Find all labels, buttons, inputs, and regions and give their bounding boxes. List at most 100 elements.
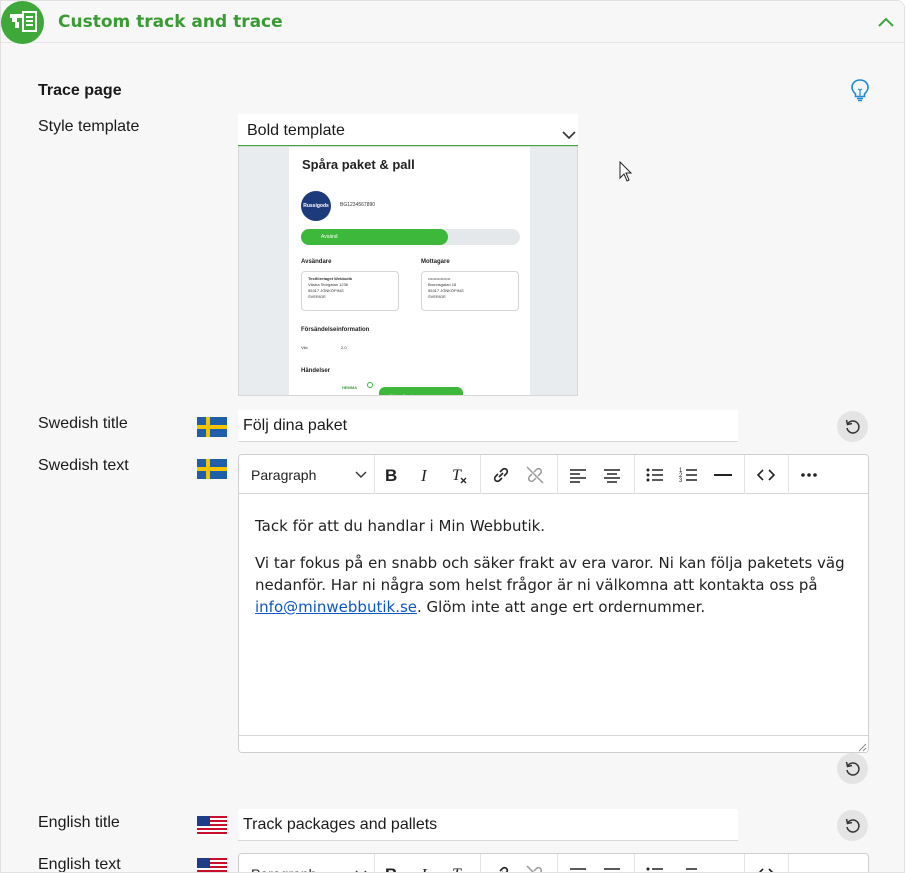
preview-tracking-number: BG1234567890 [340, 202, 376, 208]
svg-text:I: I [420, 865, 428, 873]
toolbar-divider [744, 854, 745, 872]
reset-swedish-text-button[interactable] [837, 753, 868, 784]
toolbar-divider [634, 854, 635, 872]
us-flag-icon [197, 858, 227, 872]
email-link[interactable]: info@minwebbutik.se [255, 598, 417, 616]
swedish-text-content[interactable]: Tack för att du handlar i Min Webbutik. … [239, 495, 868, 735]
toolbar-divider [634, 455, 635, 494]
chevron-down-icon[interactable] [355, 471, 367, 479]
toolbar-divider [480, 455, 481, 494]
style-template-select[interactable]: Bold template [238, 114, 578, 146]
bold-icon[interactable]: B [380, 464, 402, 486]
clear-formatting-icon[interactable]: T [448, 863, 470, 873]
preview-receiver-line: SVERIGE [428, 294, 446, 299]
source-code-icon[interactable] [755, 863, 777, 872]
preview-weight-value: 2.0 [341, 345, 347, 350]
us-flag-icon [197, 816, 227, 836]
paragraph-text: Vi tar fokus på en snabb och säker frakt… [255, 554, 845, 594]
undo-icon [845, 419, 860, 434]
swedish-title-label: Swedish title [38, 415, 128, 432]
track-trace-app-icon [1, 1, 44, 44]
preview-title: Spåra paket & pall [302, 157, 415, 172]
preview-receiver-box: •••••••••••••••• Brunnsgatan 16 55317 JÖ… [421, 271, 519, 311]
swedish-text-label: Swedish text [38, 457, 129, 474]
toolbar-divider [788, 854, 789, 872]
english-title-label: English title [38, 814, 120, 831]
style-template-value: Bold template [247, 122, 345, 139]
swedish-flag-icon [197, 459, 227, 479]
chevron-up-icon[interactable] [876, 13, 896, 33]
toolbar-divider [557, 455, 558, 494]
toolbar-divider [788, 455, 789, 494]
source-code-icon[interactable] [755, 464, 777, 486]
panel-header[interactable]: Custom track and trace [1, 1, 904, 44]
style-template-label: Style template [38, 118, 140, 135]
undo-icon [845, 818, 860, 833]
panel-title: Custom track and trace [58, 12, 283, 32]
english-text-editor[interactable]: Paragraph B I T [238, 853, 869, 873]
bullet-list-icon[interactable] [644, 464, 666, 486]
unlink-icon[interactable] [524, 863, 546, 872]
editor-paragraph: Vi tar fokus på en snabb och säker frakt… [255, 552, 852, 618]
svg-text:T: T [452, 467, 462, 484]
section-title: Trace page [38, 82, 122, 99]
english-text-label: English text [38, 856, 121, 873]
link-icon[interactable] [490, 863, 512, 872]
preview-page: Spåra paket & pall Russigods BG123456789… [289, 147, 530, 395]
align-center-icon[interactable] [601, 464, 623, 486]
svg-text:3: 3 [679, 478, 683, 484]
preview-progress-bar: Avsänd [301, 229, 520, 245]
unlink-icon[interactable] [524, 464, 546, 486]
toolbar-divider [744, 455, 745, 494]
more-options-icon[interactable] [798, 863, 820, 872]
link-icon[interactable] [490, 464, 512, 486]
align-left-icon[interactable] [567, 464, 589, 486]
template-preview: Spåra paket & pall Russigods BG123456789… [238, 146, 578, 396]
clear-formatting-icon[interactable]: T [448, 464, 470, 486]
more-options-icon[interactable] [798, 464, 820, 486]
horizontal-rule-icon[interactable] [712, 863, 734, 872]
preview-weight-label: Vikt [301, 345, 308, 350]
preview-events-heading: Händelser [301, 368, 331, 374]
numbered-list-icon[interactable]: 123 [678, 464, 700, 486]
numbered-list-icon[interactable] [678, 863, 700, 872]
toolbar-divider [557, 854, 558, 872]
editor-paragraph: Tack för att du handlar i Min Webbutik. [255, 517, 546, 535]
reset-english-title-button[interactable] [837, 810, 868, 841]
editor-toolbar: Paragraph B I T [239, 854, 868, 873]
italic-icon[interactable]: I [414, 464, 436, 486]
preview-shipment-info-heading: Försändelseinformation [301, 327, 370, 333]
svg-text:B: B [385, 865, 397, 873]
svg-text:T: T [452, 866, 462, 873]
preview-sender-line: SVERIGE [308, 294, 326, 299]
preview-logo: Russigods [301, 191, 331, 221]
toolbar-divider [374, 455, 375, 494]
chevron-down-icon [562, 131, 576, 140]
italic-icon[interactable]: I [414, 863, 436, 873]
preview-event-pill: Videregående [379, 387, 463, 395]
swedish-title-input[interactable]: Följ dina paket [238, 410, 738, 442]
align-left-icon[interactable] [567, 863, 589, 872]
bold-icon[interactable]: B [380, 863, 402, 873]
block-format-select[interactable]: Paragraph [251, 866, 316, 872]
resize-handle-icon[interactable] [857, 742, 867, 752]
bullet-list-icon[interactable] [644, 863, 666, 872]
english-title-input[interactable]: Track packages and pallets [238, 809, 738, 841]
editor-statusbar [239, 735, 868, 752]
horizontal-rule-icon[interactable] [712, 464, 734, 486]
svg-text:I: I [420, 466, 428, 485]
preview-event-label: HEMMA [342, 385, 358, 390]
swedish-text-editor[interactable]: Paragraph B I T 123 Tack för att du hand… [238, 454, 869, 753]
block-format-select[interactable]: Paragraph [251, 467, 316, 483]
preview-progress-label: Avsänd [321, 234, 338, 240]
align-center-icon[interactable] [601, 863, 623, 872]
paragraph-text: . Glöm inte att ange ert ordernummer. [417, 598, 706, 616]
lightbulb-icon[interactable] [849, 78, 871, 102]
toolbar-divider [374, 854, 375, 872]
editor-toolbar: Paragraph B I T 123 [239, 455, 868, 494]
mouse-cursor-icon [619, 160, 633, 182]
preview-sender-heading: Avsändare [301, 259, 332, 265]
custom-track-and-trace-panel: Custom track and trace Trace page Style … [0, 0, 905, 873]
svg-text:B: B [385, 466, 397, 485]
reset-swedish-title-button[interactable] [837, 411, 868, 442]
